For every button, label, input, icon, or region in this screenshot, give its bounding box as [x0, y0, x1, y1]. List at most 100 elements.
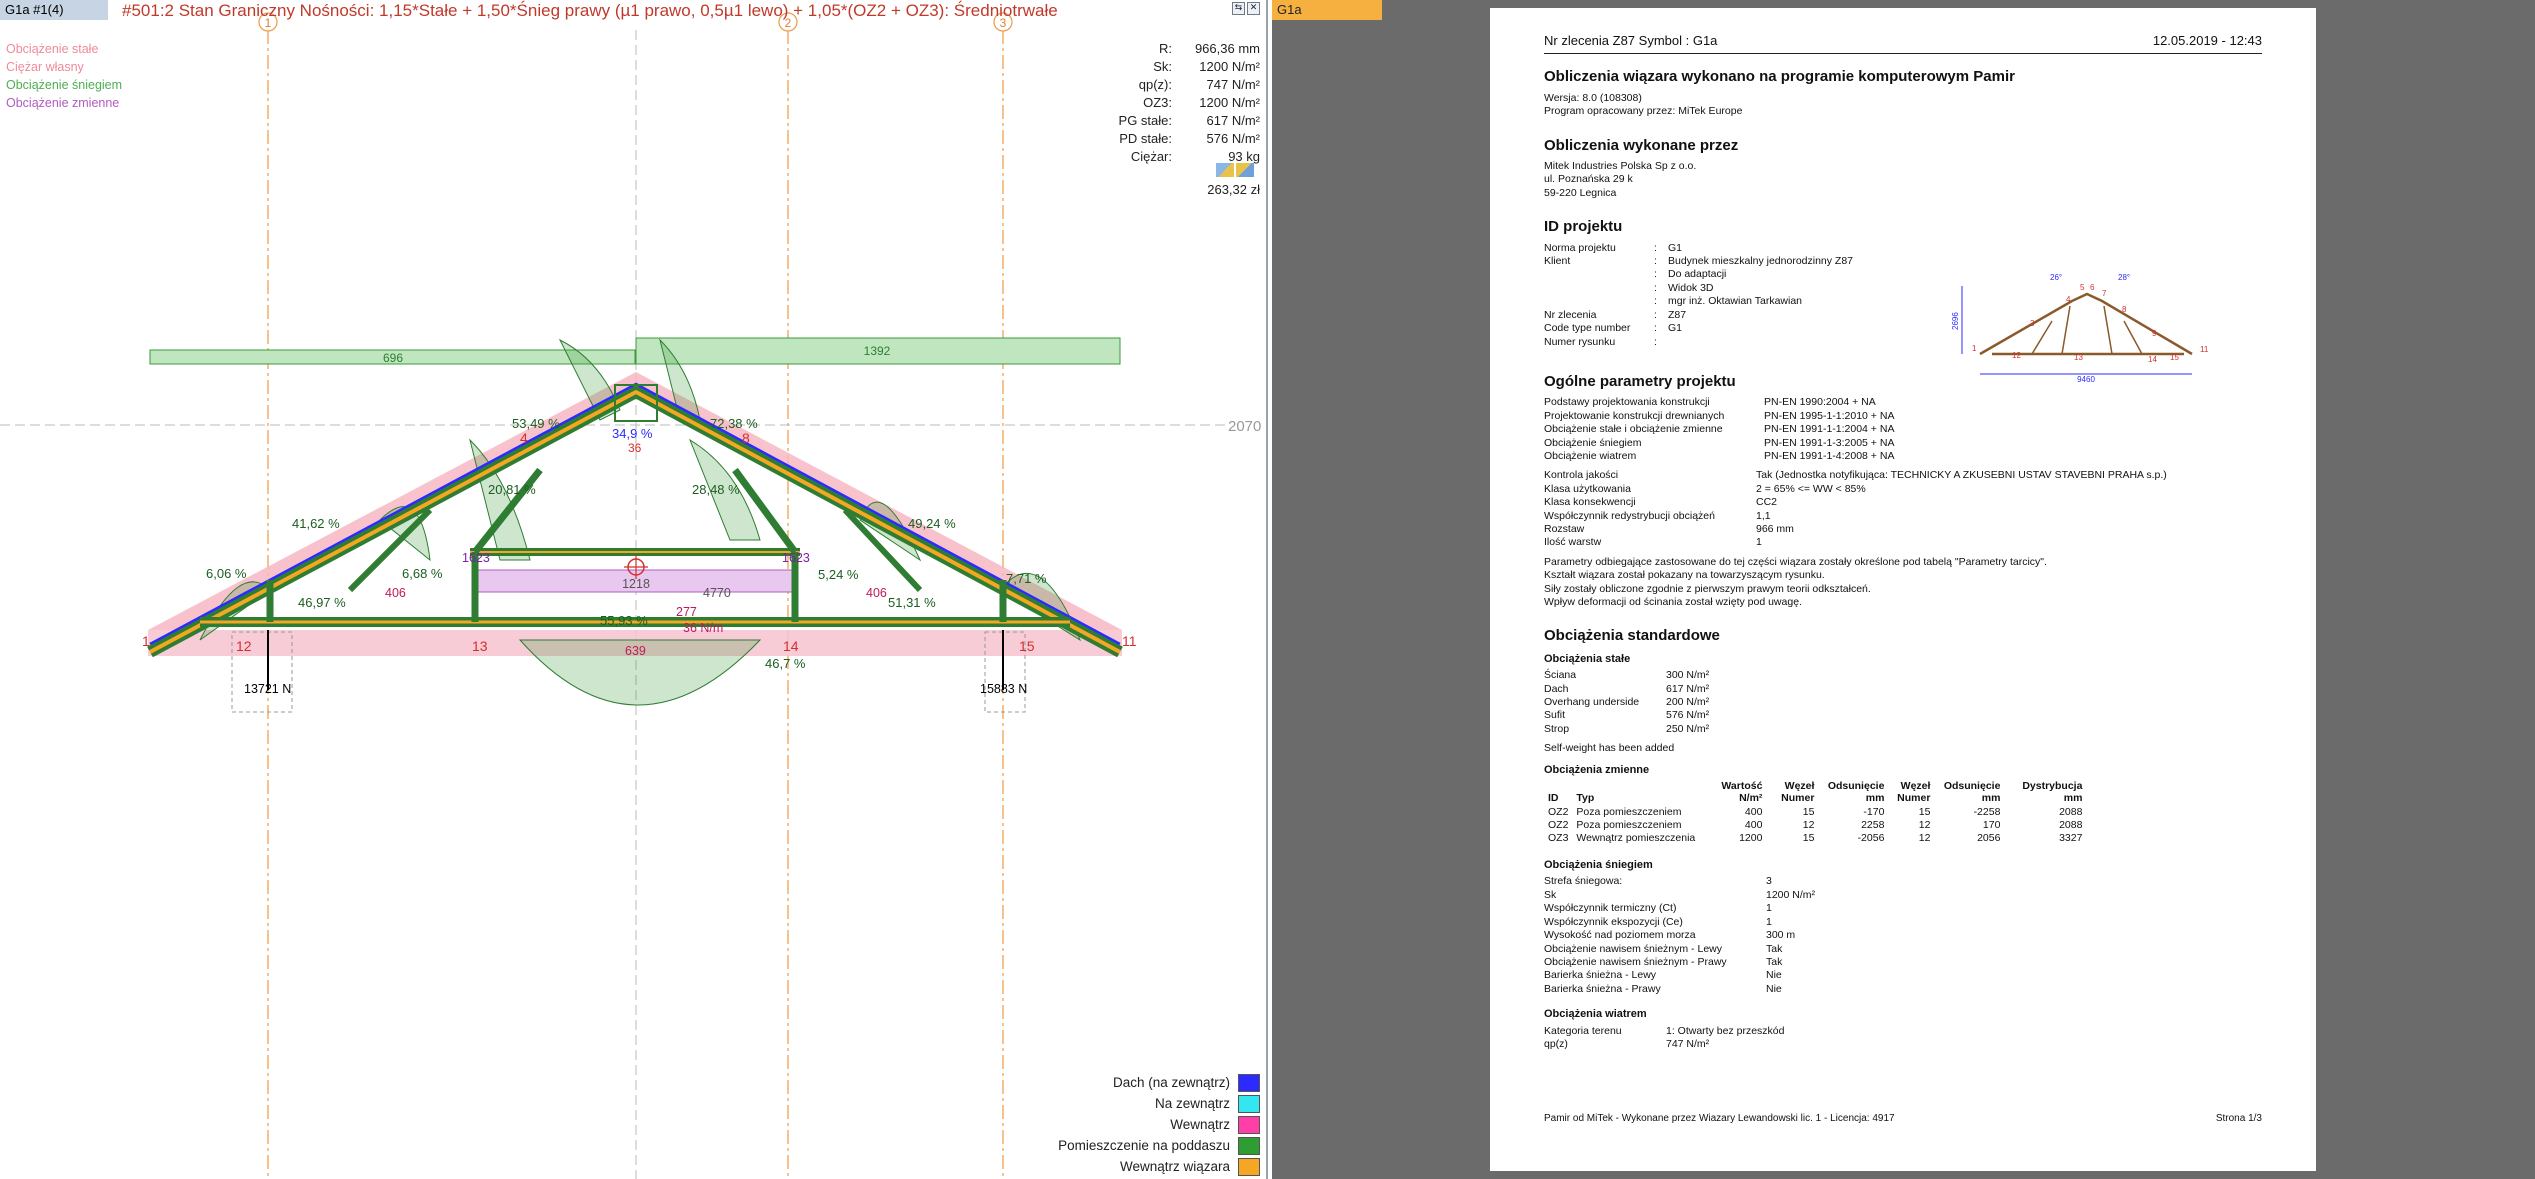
swap-icon[interactable]: ⇆ — [1232, 2, 1245, 15]
node-label: 36 — [628, 441, 642, 455]
variable-loads-table: ID Typ Wartość N/m² Węzeł Numer Odsunięc… — [1544, 780, 2086, 845]
color-swatch — [1238, 1136, 1260, 1155]
kv-row: Kontrola jakości Tak (Jednostka notyfikuj… — [1544, 469, 2167, 482]
node-label: 15 — [1019, 638, 1035, 654]
truss-thumbnail: 2696 9460 26° 28° 1 12 3 45 6 7 8 9 11 13 14 15 — [1952, 273, 2209, 384]
text-line: ul. Poznańska 29 k — [1544, 173, 1633, 186]
page-number: Strona 1/3 — [2215, 1113, 2262, 1124]
subsection-title: Obciążenia wiatrem — [1544, 1008, 1647, 1021]
pct-label: 55,93 % — [600, 613, 648, 628]
kv-row: Barierka śnieżna - Lewy Nie — [1544, 969, 1782, 982]
pct-label: 46,97 % — [298, 595, 346, 610]
param-row: PD stałe: 576 N/m² — [1119, 131, 1260, 146]
param-row: Sk: 1200 N/m² — [1153, 59, 1260, 74]
dim-height: 2696 — [1952, 312, 1960, 330]
pct-label: 20,81 % — [488, 482, 536, 497]
legend-self-weight: Ciężar własny — [6, 60, 84, 74]
pct-label: 6,68 % — [402, 566, 443, 581]
section-title: Obciążenia standardowe — [1544, 627, 1720, 645]
report-header: Nr zlecenia Z87 Symbol : G1a 12.05.2019 … — [1544, 33, 2262, 55]
notes: Parametry odbiegające zastosowane do tej… — [1544, 556, 2262, 610]
quality-table: Kontrola jakości Tak (Jednostka notyfikuj… — [1544, 469, 2262, 549]
kv-row: qp(z) 747 N/m² — [1544, 1037, 1710, 1050]
svg-text:1: 1 — [1972, 344, 1977, 353]
svg-text:13: 13 — [2074, 353, 2083, 362]
legend-row: Dach (na zewnątrz) — [1058, 1072, 1260, 1093]
kv-row: Klasa użytkowania 2 = 65% <= WW < 85% — [1544, 482, 1866, 495]
wind-loads-table: Kategoria terenu 1: Otwarty bez przeszkód… — [1544, 1025, 2262, 1052]
legend-row: Wewnątrz — [1058, 1114, 1260, 1135]
node-label: 11 — [1122, 633, 1137, 649]
section-title: Obliczenia wiązara wykonano na programie… — [1544, 68, 2015, 86]
close-icon[interactable]: ✕ — [1247, 2, 1260, 15]
kv-row: Strefa śniegowa: 3 — [1544, 875, 1772, 888]
svg-text:14: 14 — [2148, 355, 2157, 364]
load-label: 1218 — [622, 577, 650, 591]
snow-loads-table: Strefa śniegowa: 3 Sk 1200 N/m² Współczynn… — [1544, 875, 2262, 996]
note-line: Kształt wiązara został pokazany na towar… — [1544, 569, 1825, 582]
truss-analysis-pane[interactable]: 1 2 3 2070 696 1392 13721 N 15883 N 53,4… — [0, 0, 1268, 1179]
svg-text:6: 6 — [2090, 283, 2095, 292]
legend-permanent-load: Obciążenie stałe — [6, 42, 99, 56]
view-tab[interactable]: G1a #1(4) — [0, 0, 108, 20]
kv-row: Obciążenie wiatrem PN-EN 1991-1-4:2008 + … — [1544, 449, 1895, 462]
snow-right-label: 1392 — [864, 344, 891, 358]
load-label: 1623 — [782, 551, 810, 565]
svg-text:4: 4 — [2066, 295, 2071, 304]
height-label: 2070 — [1228, 418, 1261, 435]
dim-width: 9460 — [2077, 375, 2095, 384]
truss-diagram[interactable]: 1 2 3 2070 696 1392 13721 N 15883 N 53,4… — [0, 0, 1266, 1179]
pct-label: 28,48 % — [692, 482, 740, 497]
calc-tools — [1216, 163, 1254, 177]
kv-row: Współczynnik ekspozycji (Ce) 1 — [1544, 915, 1772, 928]
legend-row: Pomieszczenie na poddaszu — [1058, 1135, 1260, 1156]
node-label: 4 — [520, 430, 528, 446]
legend-row: Na zewnątrz — [1058, 1093, 1260, 1114]
svg-text:12: 12 — [2012, 351, 2021, 360]
table-row: OZ3 Wewnątrz pomieszczenia 1200 15 -2056 12 20… — [1548, 832, 2083, 845]
angle-left: 26° — [2050, 273, 2062, 282]
kv-row: Ściana 300 N/m² — [1544, 669, 1710, 682]
note-line: Wpływ deformacji od ścinania został wzię… — [1544, 596, 1802, 608]
report-tab[interactable]: G1a — [1272, 0, 1382, 20]
standards-table: Podstawy projektowania konstrukcji PN-EN … — [1544, 396, 2262, 463]
kv-row: Współczynnik termiczny (Ct) 1 — [1544, 902, 1772, 915]
load-label: 406 — [385, 586, 406, 600]
app-window: 1 2 3 2070 696 1392 13721 N 15883 N 53,4… — [0, 0, 2535, 1179]
table-row: OZ2 Poza pomieszczeniem 400 15 -170 15 -2258 20… — [1548, 806, 2083, 819]
kv-row: Sufit 576 N/m² — [1544, 709, 1710, 722]
support-left-reaction: 13721 N — [244, 682, 291, 696]
svg-text:8: 8 — [2122, 305, 2127, 314]
node-label: 14 — [783, 638, 799, 654]
section-title: ID projektu — [1544, 218, 1623, 236]
support-right-reaction: 15883 N — [980, 682, 1027, 696]
snow-left-label: 696 — [383, 351, 403, 365]
table-header-row: ID Typ Wartość N/m² Węzeł Numer Odsunięc… — [1548, 780, 2083, 805]
color-swatch — [1238, 1115, 1260, 1134]
zone-legend: Dach (na zewnątrz) Na zewnątrz Wewnątrz … — [1058, 1072, 1260, 1177]
truss-parameters: R: 966,36 mm Sk: 1200 N/m² qp(z): 747 N/m² … — [1119, 40, 1260, 166]
pct-label: 46,7 % — [765, 656, 806, 671]
kv-row: Kategoria terenu 1: Otwarty bez przeszkód — [1544, 1024, 1785, 1037]
load-label: 277 — [676, 605, 697, 619]
report-date: 12.05.2019 - 12:43 — [2152, 33, 2262, 48]
snow-load-bands: 696 1392 — [149, 337, 1121, 365]
subsection-title: Obciążenia stałe — [1544, 652, 1631, 665]
note-line: Siły zostały obliczone zgodnie z pierwsz… — [1544, 582, 1871, 595]
table-row: OZ2 Poza pomieszczeniem 400 12 2258 12 170 2088 — [1548, 819, 2083, 832]
svg-text:7: 7 — [2102, 289, 2107, 298]
node-label: 1 — [142, 633, 150, 649]
param-row: qp(z): 747 N/m² — [1138, 77, 1260, 92]
pct-label: 7,71 % — [1006, 571, 1047, 586]
report-page: Nr zlecenia Z87 Symbol : G1a 12.05.2019 … — [1490, 8, 2316, 1171]
edit-icon[interactable] — [1216, 163, 1234, 177]
report-pane[interactable]: G1a Nr zlecenia Z87 Symbol : G1a 12.05.2… — [1272, 0, 2535, 1179]
pct-label: 34,9 % — [612, 426, 653, 441]
pct-label: 53,49 % — [512, 416, 560, 431]
note-line: Parametry odbiegające zastosowane do tej… — [1544, 555, 2047, 568]
subsection-title: Obciążenia śniegiem — [1544, 859, 1653, 872]
load-label: 639 — [625, 644, 646, 658]
kv-row: Współczynnik redystrybucji obciążeń 1,1 — [1544, 509, 1771, 522]
price-icon[interactable] — [1236, 163, 1254, 177]
kv-row: Ilość warstw 1 — [1544, 536, 1762, 549]
